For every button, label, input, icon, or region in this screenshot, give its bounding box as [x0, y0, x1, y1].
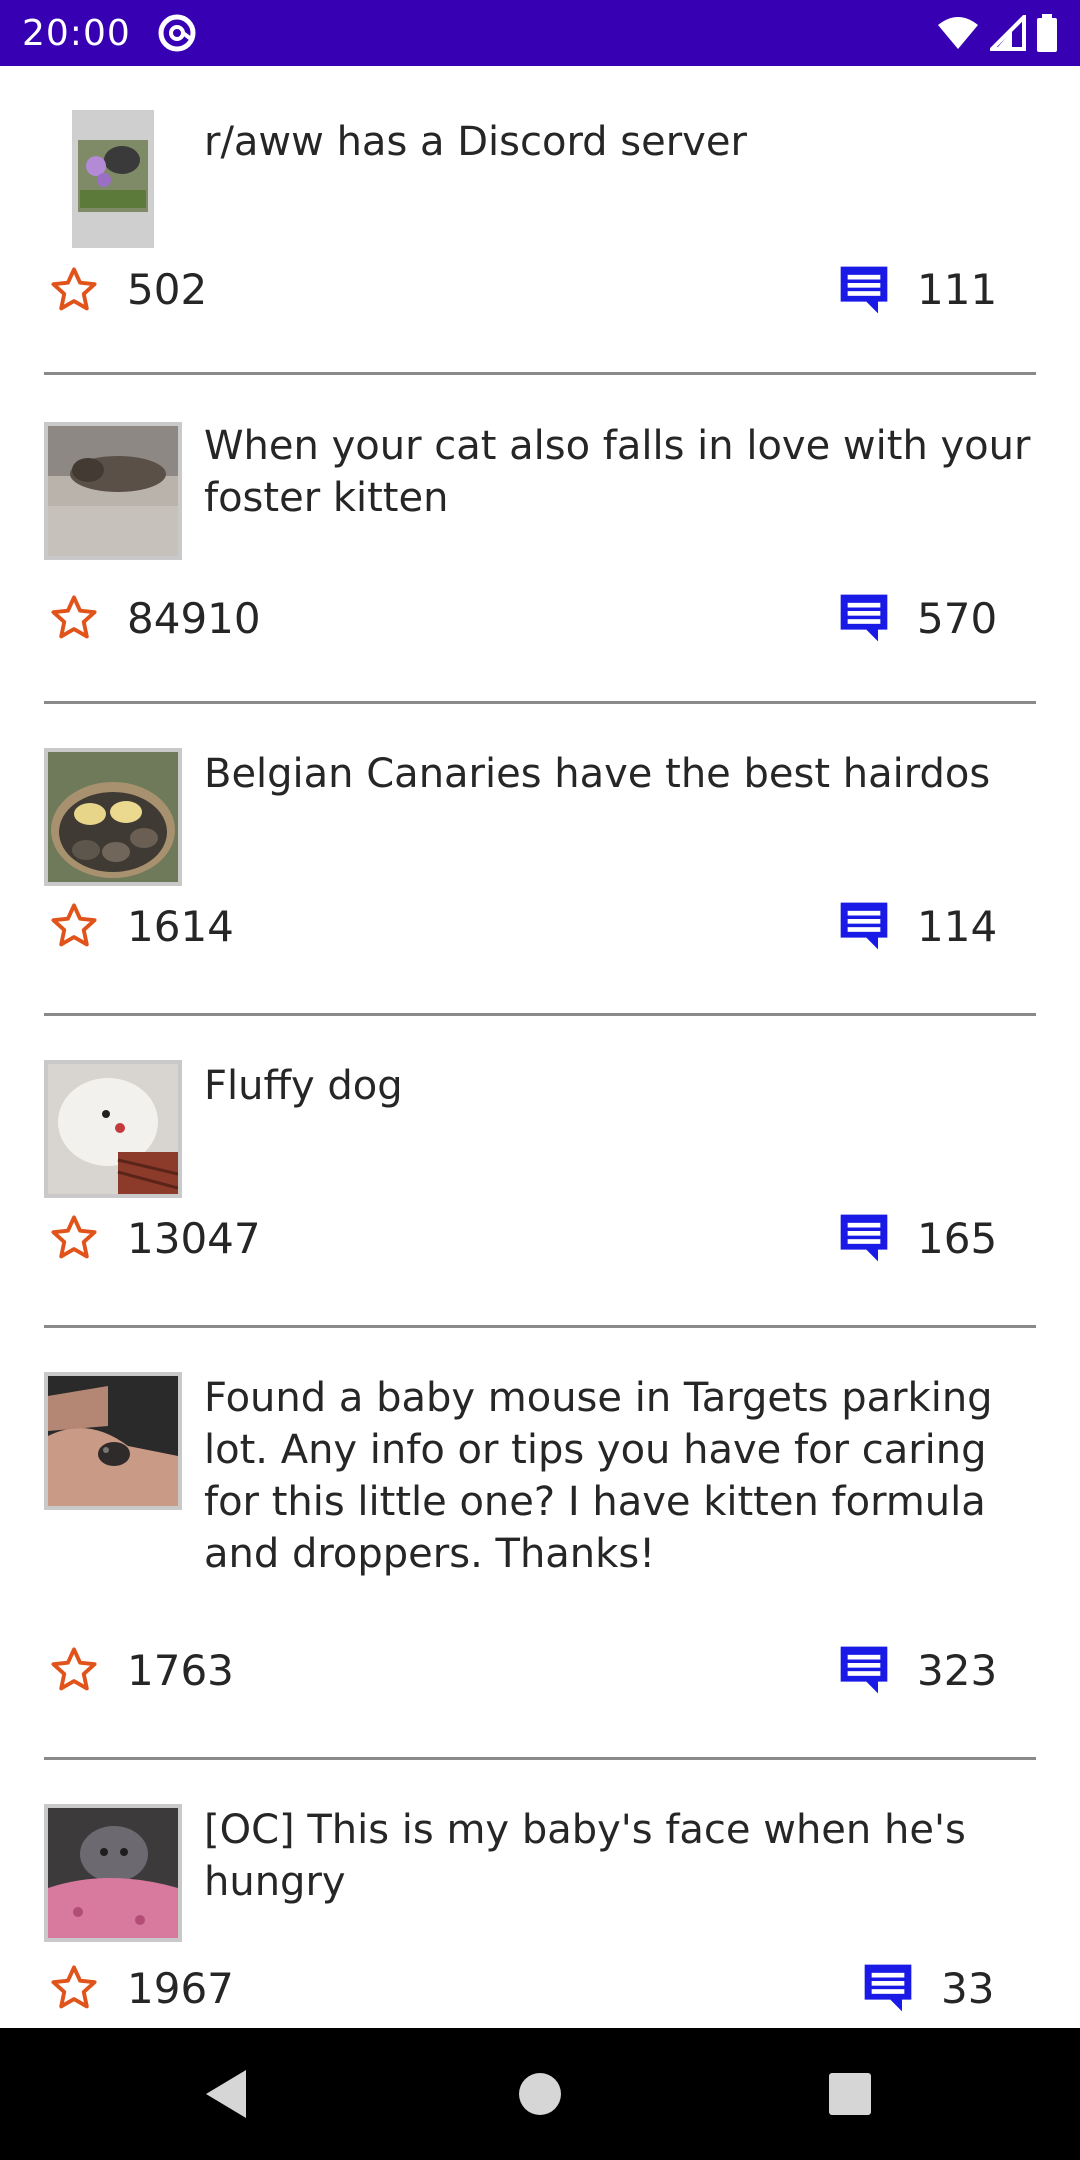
star-icon[interactable]	[48, 1212, 100, 1264]
post-title[interactable]: When your cat also falls in love with yo…	[204, 420, 1034, 524]
star-icon[interactable]	[48, 1644, 100, 1696]
post-score: 13047	[127, 1214, 261, 1263]
thumbnail-image	[72, 110, 154, 248]
home-button[interactable]	[510, 2064, 570, 2124]
thumbnail-image	[48, 1064, 178, 1194]
comment-icon[interactable]	[836, 898, 892, 954]
comment-icon[interactable]	[836, 262, 892, 318]
comment-icon[interactable]	[836, 1210, 892, 1266]
star-icon[interactable]	[48, 1962, 100, 2014]
post-title[interactable]: Found a baby mouse in Targets parking lo…	[204, 1372, 1034, 1580]
thumbnail-image	[48, 752, 178, 882]
recents-icon	[829, 2073, 871, 2115]
post-title[interactable]: [OC] This is my baby's face when he's hu…	[204, 1804, 1034, 1908]
post-score: 1763	[127, 1646, 234, 1695]
post-thumbnail[interactable]	[44, 422, 182, 560]
post-comment-count: 165	[917, 1214, 998, 1263]
back-button[interactable]	[196, 2064, 256, 2124]
status-bar: 20:00	[0, 0, 1080, 66]
post-comment-count: 323	[917, 1646, 998, 1695]
recents-button[interactable]	[820, 2064, 880, 2124]
list-item[interactable]: Belgian Canaries have the best hairdos 1…	[0, 704, 1080, 1018]
wifi-icon	[938, 17, 978, 49]
post-comment-count: 111	[917, 265, 998, 314]
post-thumbnail[interactable]	[44, 1804, 182, 1942]
list-item[interactable]: When your cat also falls in love with yo…	[0, 376, 1080, 706]
navigation-bar	[0, 2028, 1080, 2160]
post-comment-count: 570	[917, 594, 998, 643]
comment-icon[interactable]	[836, 590, 892, 646]
post-score: 1614	[127, 902, 234, 951]
list-item[interactable]: r/aww has a Discord server 502 111	[0, 66, 1080, 376]
at-sign-icon	[158, 14, 196, 52]
battery-icon	[1037, 14, 1057, 52]
comment-icon[interactable]	[836, 1642, 892, 1698]
thumbnail-image	[48, 1808, 178, 1938]
divider	[44, 372, 1036, 375]
post-list[interactable]: r/aww has a Discord server 502 111 When …	[0, 66, 1080, 2028]
post-score: 502	[127, 265, 208, 314]
list-item[interactable]: Found a baby mouse in Targets parking lo…	[0, 1328, 1080, 1762]
post-comment-count: 33	[941, 1964, 995, 2013]
comment-icon[interactable]	[860, 1960, 916, 2016]
post-thumbnail[interactable]	[44, 1372, 182, 1510]
list-item[interactable]: Fluffy dog 13047 165	[0, 1016, 1080, 1330]
post-score: 84910	[127, 594, 261, 643]
list-item[interactable]: [OC] This is my baby's face when he's hu…	[0, 1760, 1080, 2028]
post-thumbnail[interactable]	[44, 748, 182, 886]
post-title[interactable]: Belgian Canaries have the best hairdos	[204, 748, 1034, 800]
cell-signal-icon	[990, 15, 1026, 51]
post-score: 1967	[127, 1964, 234, 2013]
home-icon	[519, 2073, 561, 2115]
post-comment-count: 114	[917, 902, 998, 951]
star-icon[interactable]	[48, 264, 100, 316]
post-title[interactable]: r/aww has a Discord server	[204, 116, 1034, 168]
status-time: 20:00	[22, 12, 131, 54]
post-thumbnail[interactable]	[44, 1060, 182, 1198]
thumbnail-image	[48, 1376, 178, 1506]
post-thumbnail[interactable]	[72, 110, 154, 248]
star-icon[interactable]	[48, 900, 100, 952]
back-icon	[206, 2070, 246, 2118]
thumbnail-image	[48, 426, 178, 556]
post-title[interactable]: Fluffy dog	[204, 1060, 1034, 1112]
star-icon[interactable]	[48, 592, 100, 644]
